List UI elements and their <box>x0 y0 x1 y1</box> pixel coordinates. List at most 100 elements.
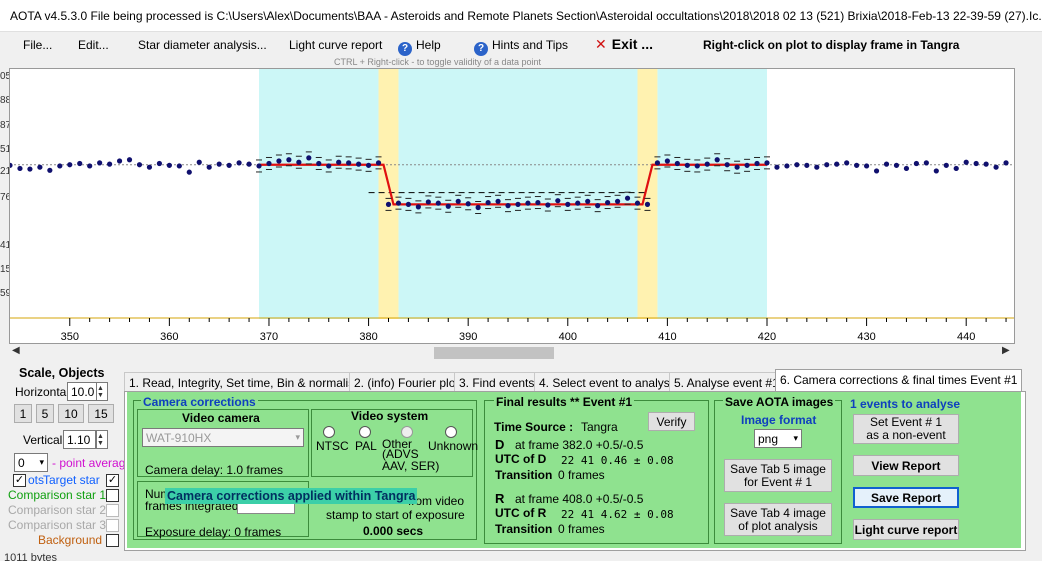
camera-select[interactable]: WAT-910HX ▾ <box>142 428 304 447</box>
data-point <box>1003 160 1009 166</box>
x-tick-label: 440 <box>957 331 975 343</box>
cut-label: 88 <box>0 95 9 106</box>
transition-r-label: Transition <box>495 522 553 536</box>
data-point <box>873 168 880 174</box>
point-average-select[interactable]: 0 ▾ <box>14 453 48 472</box>
time-source-label: Time Source : <box>494 420 574 434</box>
show-plots-checkbox[interactable]: ✓ <box>13 474 26 487</box>
data-point <box>216 161 222 167</box>
scroll-right-icon[interactable]: ▶ <box>1002 345 1010 356</box>
tab-find-events[interactable]: 3. Find events <box>454 372 540 392</box>
x-tick-label: 410 <box>658 331 676 343</box>
horizontal-scale-spinner[interactable]: ▲ ▼ <box>96 382 108 401</box>
data-point <box>67 162 73 168</box>
tab-analyse-event[interactable]: 5. Analyse event #1 <box>669 372 784 392</box>
data-point <box>435 200 441 206</box>
data-point <box>306 155 312 161</box>
data-point <box>256 163 262 169</box>
data-point <box>57 163 63 169</box>
vertical-scale-input[interactable]: 1.10 <box>63 430 96 449</box>
transition-d-label: Transition <box>495 468 553 482</box>
utc-d-label: UTC of D <box>495 452 547 466</box>
data-point <box>356 161 362 167</box>
data-point <box>415 204 421 210</box>
radio-ntsc[interactable] <box>323 426 335 438</box>
data-point <box>903 165 910 172</box>
data-point <box>605 199 611 206</box>
scale-button-1[interactable]: 1 <box>14 404 32 423</box>
menu-edit[interactable]: Edit... <box>78 38 109 52</box>
data-point <box>953 165 959 172</box>
data-point <box>166 162 172 168</box>
target-star-checkbox[interactable]: ✓ <box>106 474 119 487</box>
data-point <box>505 203 511 209</box>
tab-fourier-plot[interactable]: 2. (info) Fourier plot <box>349 372 464 392</box>
data-point <box>515 201 521 207</box>
camera-select-value: WAT-910HX <box>146 430 212 445</box>
plot-scrollbar[interactable]: ◀ ▶ <box>9 344 1015 361</box>
x-tick-label: 360 <box>160 331 178 343</box>
spin-up-icon[interactable]: ▲ <box>97 385 104 392</box>
menu-hints[interactable]: ? Hints and Tips <box>474 38 568 56</box>
data-point <box>146 164 153 170</box>
x-tick-label: 430 <box>857 331 875 343</box>
menu-file[interactable]: File... <box>23 38 52 52</box>
background-checkbox[interactable] <box>106 534 119 547</box>
radio-pal[interactable] <box>359 426 371 438</box>
comparison-star-2-checkbox[interactable] <box>106 504 119 517</box>
menu-help[interactable]: ? Help <box>398 38 441 56</box>
scale-button-15[interactable]: 15 <box>88 404 114 423</box>
spin-down-icon[interactable]: ▼ <box>97 440 104 447</box>
verify-button[interactable]: Verify <box>648 412 695 431</box>
data-point <box>395 200 402 206</box>
image-format-select[interactable]: png ▾ <box>754 429 802 448</box>
light-curve-report-button[interactable]: Light curve report <box>853 519 959 540</box>
data-point <box>674 160 680 167</box>
save-tab4-image-button[interactable]: Save Tab 4 image of plot analysis <box>724 503 832 536</box>
image-format-label: Image format <box>741 413 817 427</box>
tab-select-event[interactable]: 4. Select event to analyse <box>534 372 682 392</box>
cut-label: 21 <box>0 166 9 177</box>
data-point <box>485 199 491 206</box>
menu-star-diameter[interactable]: Star diameter analysis... <box>138 38 267 52</box>
scroll-thumb[interactable] <box>434 347 554 359</box>
horizontal-scale-input[interactable]: 10.0 <box>67 382 97 401</box>
hints-icon: ? <box>474 42 488 56</box>
comparison-star-2-label: Comparison star 2 <box>8 503 107 517</box>
window-title-bar: AOTA v4.5.3.0 File being processed is C:… <box>0 0 1042 32</box>
data-point <box>525 200 531 206</box>
spin-up-icon[interactable]: ▲ <box>97 433 104 440</box>
data-point <box>316 160 322 167</box>
save-report-button[interactable]: Save Report <box>853 487 959 508</box>
data-point <box>156 160 163 167</box>
data-point <box>844 160 850 166</box>
r-label: R <box>495 491 505 506</box>
data-point <box>614 198 621 204</box>
data-point <box>346 160 352 166</box>
vertical-scale-spinner[interactable]: ▲ ▼ <box>96 430 108 449</box>
cut-label: 59 <box>0 288 9 299</box>
comparison-star-3-checkbox[interactable] <box>106 519 119 532</box>
set-non-event-button[interactable]: Set Event # 1 as a non-event <box>853 414 959 444</box>
data-point <box>854 162 860 168</box>
cut-label: 87 <box>0 120 9 131</box>
menu-light-curve-report[interactable]: Light curve report <box>289 38 382 52</box>
data-point <box>27 166 33 172</box>
scale-button-10[interactable]: 10 <box>58 404 84 423</box>
comparison-star-1-checkbox[interactable] <box>106 489 119 502</box>
target-star-label: Target star <box>43 473 100 487</box>
camera-corrections-title: Camera corrections <box>141 395 258 409</box>
tab-camera-corrections[interactable]: 6. Camera corrections & final times Even… <box>775 369 1023 393</box>
scale-button-5[interactable]: 5 <box>36 404 54 423</box>
view-report-button[interactable]: View Report <box>853 455 959 476</box>
spin-down-icon[interactable]: ▼ <box>97 392 104 399</box>
scroll-left-icon[interactable]: ◀ <box>12 345 20 356</box>
save-tab5-image-button[interactable]: Save Tab 5 image for Event # 1 <box>724 459 832 492</box>
light-curve-svg[interactable]: 350 360 370 380 390 400 410 420 430 440 <box>10 69 1015 344</box>
light-curve-plot[interactable]: 350 360 370 380 390 400 410 420 430 440 <box>9 68 1015 344</box>
radio-unknown[interactable] <box>445 426 457 438</box>
menu-exit[interactable]: ✕ Exit ... <box>595 36 653 53</box>
data-point <box>734 164 740 170</box>
tab-read-integrity[interactable]: 1. Read, Integrity, Set time, Bin & norm… <box>124 372 366 392</box>
point-average-value: 0 <box>18 455 25 470</box>
